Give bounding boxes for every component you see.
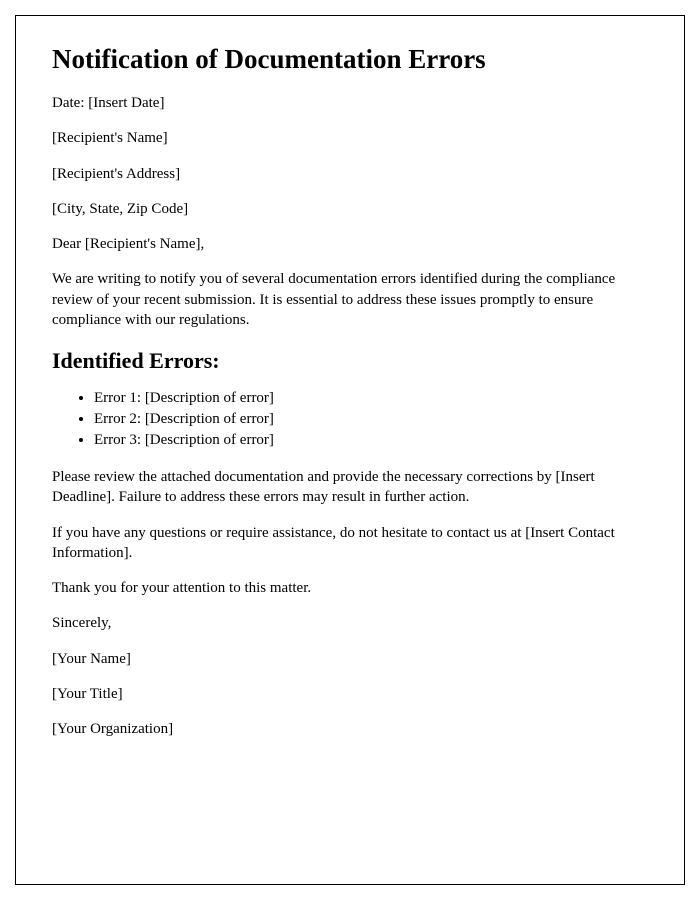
list-item: Error 3: [Description of error] [94, 430, 648, 451]
document-page: Notification of Documentation Errors Dat… [15, 15, 685, 885]
recipient-city: [City, State, Zip Code] [52, 199, 648, 219]
sender-title: [Your Title] [52, 684, 648, 704]
contact-paragraph: If you have any questions or require ass… [52, 523, 648, 564]
recipient-name: [Recipient's Name] [52, 128, 648, 148]
intro-paragraph: We are writing to notify you of several … [52, 269, 648, 330]
salutation: Dear [Recipient's Name], [52, 234, 648, 254]
list-item: Error 2: [Description of error] [94, 409, 648, 430]
sender-name: [Your Name] [52, 649, 648, 669]
date-line: Date: [Insert Date] [52, 93, 648, 113]
recipient-address: [Recipient's Address] [52, 164, 648, 184]
errors-list: Error 1: [Description of error] Error 2:… [94, 388, 648, 451]
document-title: Notification of Documentation Errors [52, 44, 648, 75]
thanks: Thank you for your attention to this mat… [52, 578, 648, 598]
sender-org: [Your Organization] [52, 719, 648, 739]
review-paragraph: Please review the attached documentation… [52, 467, 648, 508]
errors-heading: Identified Errors: [52, 348, 648, 374]
list-item: Error 1: [Description of error] [94, 388, 648, 409]
closing: Sincerely, [52, 613, 648, 633]
